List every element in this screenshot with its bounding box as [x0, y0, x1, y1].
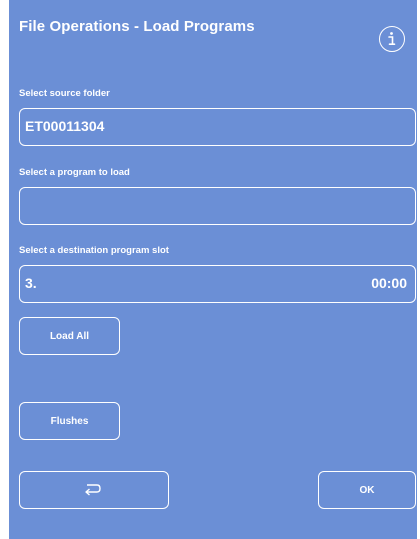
- ok-label: OK: [359, 484, 375, 496]
- source-folder-label: Select source folder: [19, 88, 110, 99]
- flushes-button[interactable]: Flushes: [19, 402, 120, 440]
- destination-slot-time: 00:00: [371, 275, 407, 291]
- program-label: Select a program to load: [19, 167, 130, 178]
- program-field[interactable]: [19, 187, 416, 225]
- load-programs-screen: File Operations - Load Programs Select s…: [9, 0, 417, 539]
- load-all-button[interactable]: Load All: [19, 317, 120, 355]
- destination-slot-number: 3.: [25, 275, 37, 291]
- destination-slot-label: Select a destination program slot: [19, 245, 169, 256]
- page-title: File Operations - Load Programs: [19, 18, 255, 35]
- source-folder-value: ET00011304: [25, 118, 105, 134]
- flushes-label: Flushes: [50, 415, 89, 427]
- info-icon: [388, 32, 396, 45]
- back-button[interactable]: [19, 471, 169, 509]
- destination-slot-field[interactable]: 3. 00:00: [19, 265, 416, 303]
- load-all-label: Load All: [49, 330, 90, 342]
- ok-button[interactable]: OK: [318, 471, 416, 509]
- return-arrow-icon: [85, 484, 101, 496]
- source-folder-field[interactable]: ET00011304: [19, 108, 416, 146]
- info-button[interactable]: [379, 26, 405, 52]
